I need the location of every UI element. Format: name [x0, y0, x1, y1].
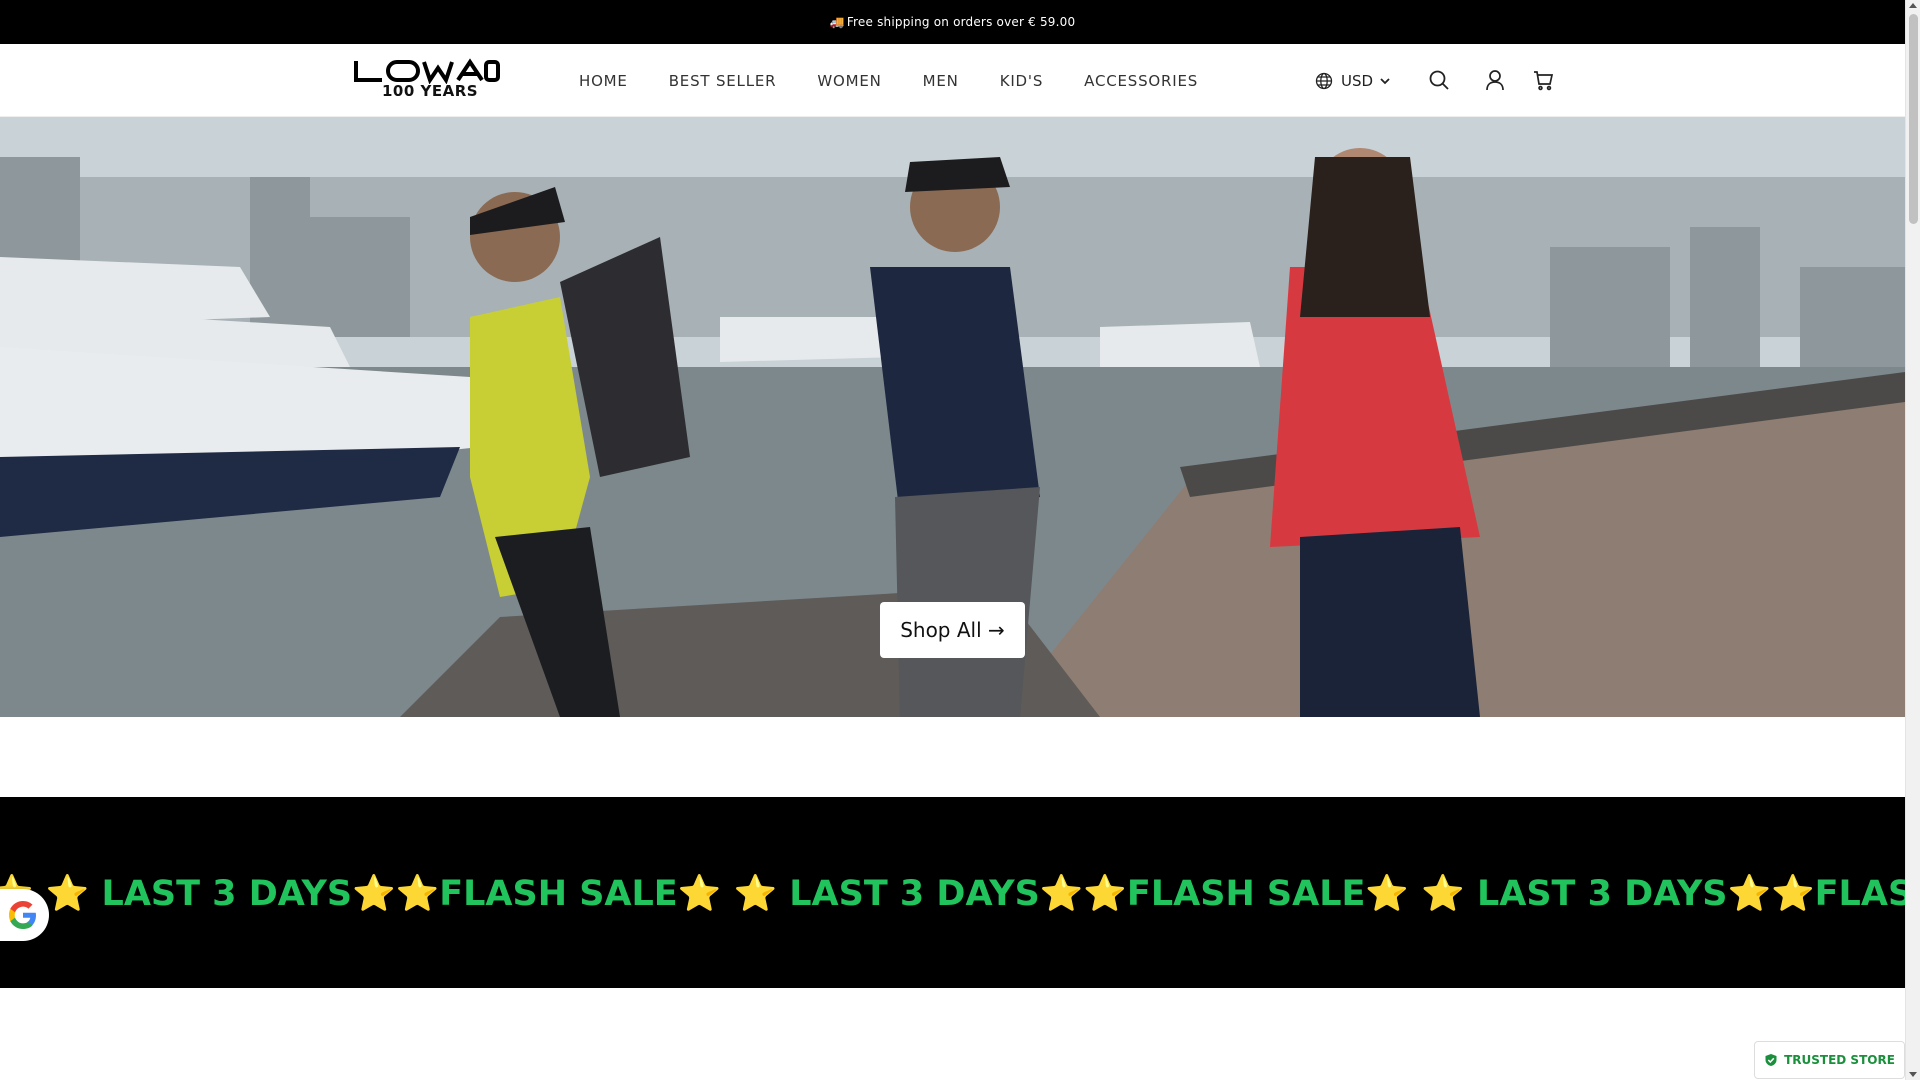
shield-check-icon	[1765, 1054, 1777, 1066]
nav-women[interactable]: WOMEN	[817, 72, 881, 90]
trusted-store-label: TRUSTED STORE	[1784, 1053, 1895, 1067]
trusted-store-badge[interactable]: TRUSTED STORE	[1754, 1041, 1905, 1079]
google-icon	[9, 901, 36, 929]
scroll-up-arrow-icon[interactable]	[1909, 3, 1917, 8]
nav-best-seller[interactable]: BEST SELLER	[669, 72, 777, 90]
nav-accessories[interactable]: ACCESSORIES	[1084, 72, 1198, 90]
flash-sale-marquee: ⭐ ⭐ LAST 3 DAYS⭐⭐FLASH SALE⭐ ⭐ LAST 3 DA…	[0, 797, 1905, 988]
site-header: 100 YEARS HOME BEST SELLER WOMEN MEN KID…	[0, 44, 1905, 117]
currency-label: USD	[1341, 71, 1374, 90]
scroll-down-arrow-icon[interactable]	[1909, 1072, 1917, 1077]
announcement-text: Free shipping on orders over € 59.00	[846, 15, 1076, 29]
announcement-bar: 🚚 Free shipping on orders over € 59.00	[0, 0, 1905, 44]
search-icon[interactable]	[1427, 68, 1451, 92]
page-scrollbar[interactable]	[1905, 0, 1920, 1080]
shop-all-button[interactable]: Shop All →	[880, 602, 1025, 658]
logo[interactable]: 100 YEARS	[352, 58, 502, 104]
marquee-text: ⭐ ⭐ LAST 3 DAYS⭐⭐FLASH SALE⭐ ⭐ LAST 3 DA…	[0, 874, 1905, 914]
scrollbar-thumb[interactable]	[1909, 14, 1918, 224]
truck-icon: 🚚	[829, 15, 845, 29]
main-nav: HOME BEST SELLER WOMEN MEN KID'S ACCESSO…	[579, 44, 1239, 117]
nav-home[interactable]: HOME	[579, 72, 628, 90]
account-icon[interactable]	[1483, 68, 1507, 92]
chevron-down-icon	[1380, 77, 1390, 84]
globe-icon	[1315, 72, 1333, 89]
nav-kids[interactable]: KID'S	[1000, 72, 1043, 90]
logo-mark	[354, 58, 500, 84]
currency-selector[interactable]: USD	[1315, 44, 1391, 117]
logo-years: 100 YEARS	[382, 82, 479, 100]
section-heading-clipped	[0, 1060, 1905, 1080]
cart-icon[interactable]	[1531, 68, 1555, 92]
nav-men[interactable]: MEN	[923, 72, 959, 90]
hero-banner: Shop All →	[0, 117, 1905, 717]
